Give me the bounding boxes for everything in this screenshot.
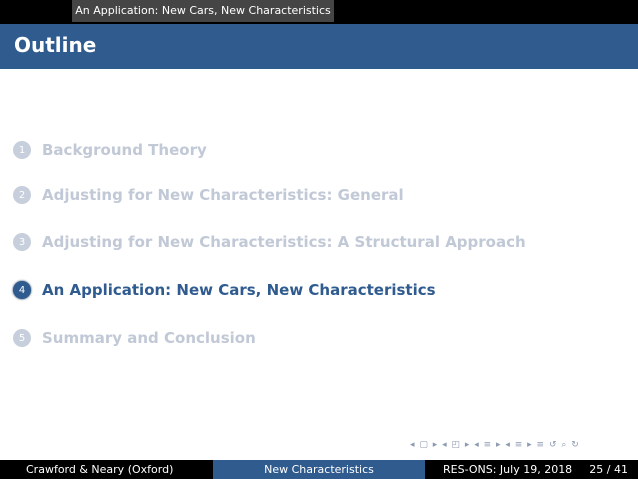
outline-label: Background Theory: [42, 141, 207, 159]
outline-item-3[interactable]: 3 Adjusting for New Characteristics: A S…: [13, 230, 526, 254]
footer-page-number: 25 / 41: [589, 463, 628, 476]
footer-short-title: New Characteristics: [213, 460, 425, 479]
footer-venue: RES-ONS: July 19, 2018: [443, 463, 573, 476]
outline-number: 2: [13, 186, 31, 204]
outline-number: 1: [13, 141, 31, 159]
current-section-label[interactable]: An Application: New Cars, New Characteri…: [72, 0, 334, 22]
outline-item-1[interactable]: 1 Background Theory: [13, 138, 207, 162]
footer-right: RES-ONS: July 19, 2018 25 / 41: [425, 460, 638, 479]
outline-label: Adjusting for New Characteristics: Gener…: [42, 186, 404, 204]
footer-authors: Crawford & Neary (Oxford): [0, 460, 213, 479]
outline-number: 4: [13, 281, 31, 299]
outline-label: Adjusting for New Characteristics: A Str…: [42, 233, 526, 251]
footer-bar: Crawford & Neary (Oxford) New Characteri…: [0, 460, 638, 479]
outline-item-4[interactable]: 4 An Application: New Cars, New Characte…: [13, 278, 436, 302]
outline-number: 3: [13, 233, 31, 251]
title-bar: Outline: [0, 24, 638, 69]
beamer-navigation-icons[interactable]: ◂ ▢ ▸ ◂ ◰ ▸ ◂ ≡ ▸ ◂ ≡ ▸ ≡ ↺ ⌕ ↻: [410, 440, 580, 450]
outline-number: 5: [13, 329, 31, 347]
outline-item-2[interactable]: 2 Adjusting for New Characteristics: Gen…: [13, 183, 404, 207]
header-bar: An Application: New Cars, New Characteri…: [0, 0, 638, 24]
outline-label: An Application: New Cars, New Characteri…: [42, 281, 436, 299]
page-title: Outline: [14, 33, 97, 57]
outline-item-5[interactable]: 5 Summary and Conclusion: [13, 326, 256, 350]
outline-label: Summary and Conclusion: [42, 329, 256, 347]
